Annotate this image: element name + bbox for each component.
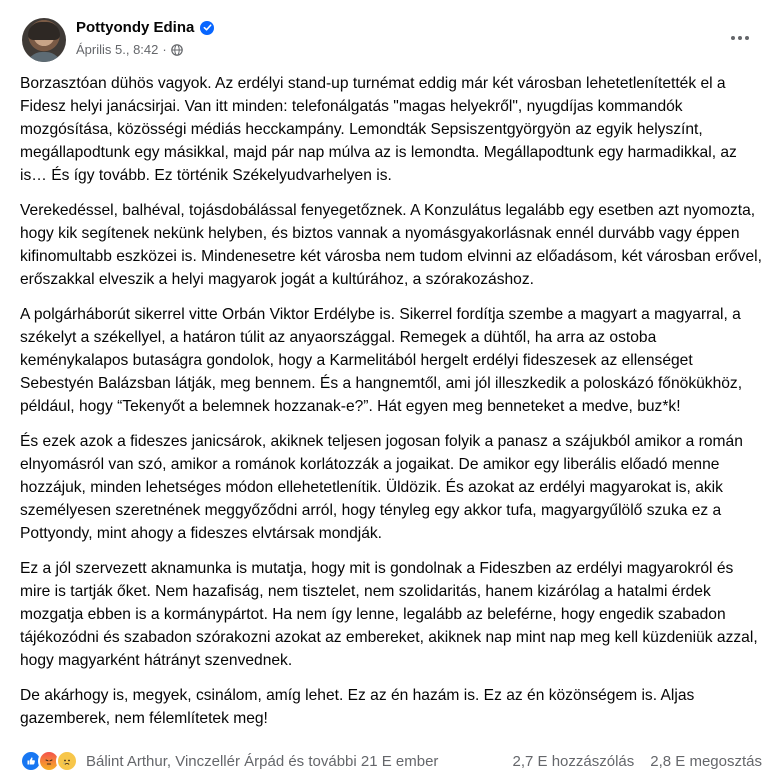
post-header: Pottyondy Edina Április 5., 8:42 · <box>22 16 758 66</box>
post-body: Borzasztóan dühös vagyok. Az erdélyi sta… <box>20 72 762 742</box>
sad-icon <box>56 750 78 772</box>
verified-badge-icon <box>200 20 215 35</box>
post-paragraph: Verekedéssel, balhéval, tojásdobálással … <box>20 202 762 288</box>
reaction-icons[interactable] <box>20 750 78 772</box>
post-paragraph: A polgárháborút sikerrel vitte Orbán Vik… <box>20 306 743 415</box>
post-paragraph: És ezek azok a fideszes janicsárok, akik… <box>20 433 743 542</box>
shares-count[interactable]: 2,8 E megosztás <box>650 753 762 770</box>
post-paragraph: Ez a jól szervezett aknamunka is mutatja… <box>20 560 758 669</box>
reaction-names[interactable]: Bálint Arthur, Vinczellér Árpád és továb… <box>86 753 513 770</box>
post-paragraph: De akárhogy is, megyek, csinálom, amíg l… <box>20 687 695 727</box>
globe-icon <box>170 43 183 56</box>
meta-separator: · <box>162 42 167 57</box>
facebook-post: Pottyondy Edina Április 5., 8:42 · Borza… <box>0 0 780 779</box>
post-date[interactable]: Április 5., 8:42 <box>76 42 158 57</box>
post-paragraph: Borzasztóan dühös vagyok. Az erdélyi sta… <box>20 75 737 184</box>
more-options-icon[interactable] <box>726 24 754 52</box>
post-meta: Április 5., 8:42 · <box>76 42 183 57</box>
author-avatar[interactable] <box>22 18 66 62</box>
author-name[interactable]: Pottyondy Edina <box>76 19 194 36</box>
comments-count[interactable]: 2,7 E hozzászólás <box>513 753 635 770</box>
reactions-bar: Bálint Arthur, Vinczellér Árpád és továb… <box>20 749 762 773</box>
author-row: Pottyondy Edina <box>76 19 215 36</box>
engagement-counts: 2,7 E hozzászólás 2,8 E megosztás <box>513 753 762 770</box>
